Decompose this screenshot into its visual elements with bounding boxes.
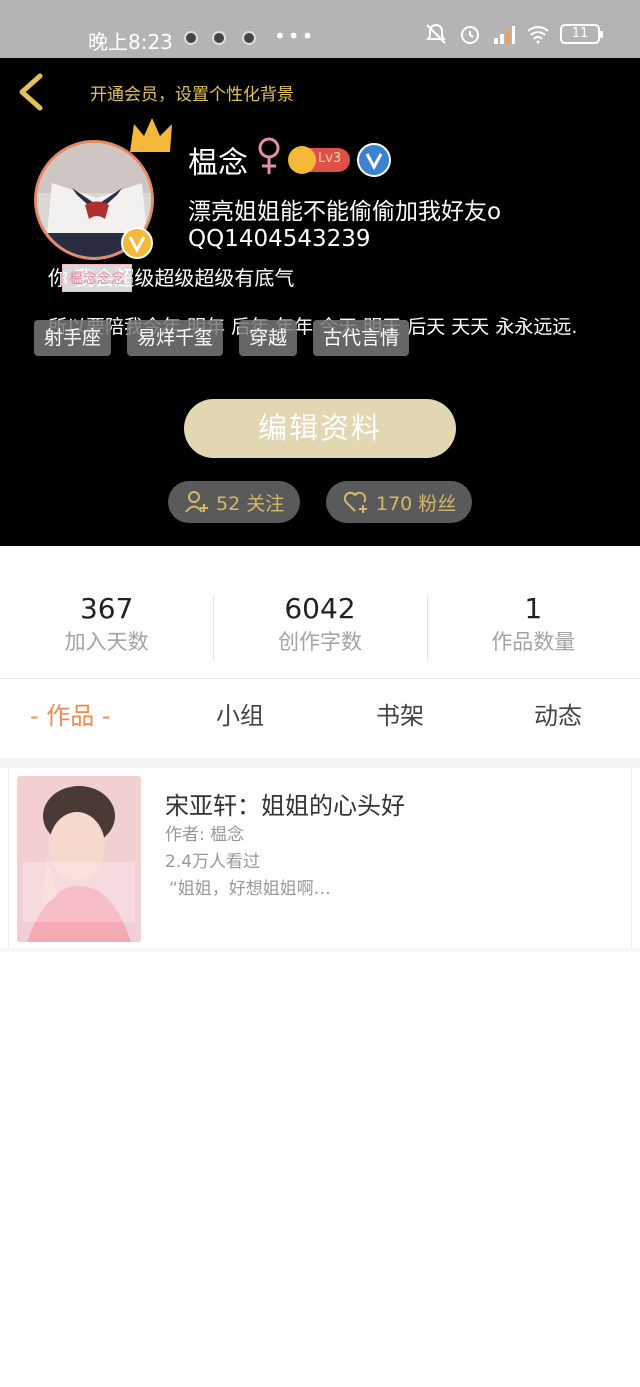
work-author: 作者: 榅念 [165, 825, 245, 845]
verified-v-icon [357, 143, 391, 177]
interest-tag[interactable]: 易烊千玺 [127, 320, 224, 356]
chevron-left-icon[interactable] [14, 72, 50, 112]
female-icon [258, 137, 280, 174]
following-label: 52 关注 [216, 492, 285, 515]
vip-background-link[interactable]: 开通会员，设置个性化背景 [90, 80, 294, 105]
tab-groups[interactable]: 小组 [216, 696, 264, 731]
edit-profile-button[interactable]: 编辑资料 [184, 399, 456, 458]
profile-tabs: - 作品 - 小组 书架 动态 [0, 696, 640, 740]
interest-tags: 射手座 易烊千玺 穿越 古代言情 [34, 320, 410, 356]
status-icons: 11 [424, 22, 603, 46]
level-crown-icon [288, 146, 316, 174]
work-views: 2.4万人看过 [165, 852, 261, 872]
avatar[interactable] [34, 118, 172, 260]
heart-plus-icon [343, 491, 367, 513]
stat-value: 367 [79, 592, 134, 625]
interest-tag[interactable]: 古代言情 [313, 320, 410, 356]
stat-label: 作品数量 [491, 630, 576, 654]
status-bar: 晚上8:23 ••• 11 [0, 0, 640, 58]
stats-row: 367 加入天数 6042 创作字数 1 作品数量 [0, 592, 640, 662]
work-cover-image[interactable] [17, 776, 141, 942]
interest-tag[interactable]: 射手座 [34, 320, 112, 356]
bio-line: 漂亮姐姐能不能偷偷加我好友o [188, 199, 502, 225]
stat-label: 创作字数 [277, 630, 362, 654]
stat-word-count: 6042 创作字数 [213, 592, 426, 662]
qq-number: QQ1404543239 [188, 226, 371, 252]
section-divider [0, 948, 640, 952]
notification-icon [242, 31, 256, 45]
alarm-icon [461, 26, 479, 44]
nickname-sticker: 榅念念念 [62, 264, 132, 292]
add-user-icon [185, 491, 208, 513]
stat-value: 6042 [284, 592, 356, 625]
cover-illustration [17, 776, 141, 942]
level-text: Lv3 [318, 151, 342, 166]
section-divider [0, 758, 640, 768]
stat-works-count: 1 作品数量 [426, 592, 640, 662]
battery-icon: 11 [560, 24, 603, 44]
stat-value: 1 [524, 592, 543, 625]
tab-works[interactable]: - 作品 - [30, 696, 111, 731]
work-card[interactable]: 宋亚轩：姐姐的心头好 作者: 榅念 2.4万人看过 “姐姐，好想姐姐啊… [8, 768, 632, 948]
notification-icon [184, 31, 198, 45]
profile-name: 榅念 [188, 146, 248, 181]
crown-icon [130, 118, 172, 152]
status-time: 晚上8:23 [88, 30, 173, 54]
work-title[interactable]: 宋亚轩：姐姐的心头好 [165, 786, 405, 821]
stat-join-days: 367 加入天数 [0, 592, 213, 662]
fans-button[interactable]: 170 粉丝 [326, 481, 473, 523]
work-excerpt: “姐姐，好想姐姐啊… [169, 879, 331, 899]
signal-icon [494, 26, 515, 44]
bell-muted-icon [426, 23, 446, 44]
fans-label: 170 粉丝 [376, 492, 457, 515]
vip-v-icon [121, 227, 153, 259]
wifi-icon [527, 26, 549, 44]
interest-tag[interactable]: 穿越 [239, 320, 298, 356]
divider [0, 678, 640, 679]
level-badge: Lv3 [288, 146, 350, 174]
tab-bookshelf[interactable]: 书架 [376, 696, 424, 731]
profile-header: 开通会员，设置个性化背景 榅念 Lv3 漂亮姐姐能不能偷偷加我好友o QQ140… [0, 58, 640, 546]
tab-activity[interactable]: 动态 [534, 696, 582, 731]
more-notifications-icon: ••• [274, 24, 316, 48]
following-button[interactable]: 52 关注 [168, 481, 301, 523]
notification-icon [212, 31, 226, 45]
stat-label: 加入天数 [64, 630, 149, 654]
